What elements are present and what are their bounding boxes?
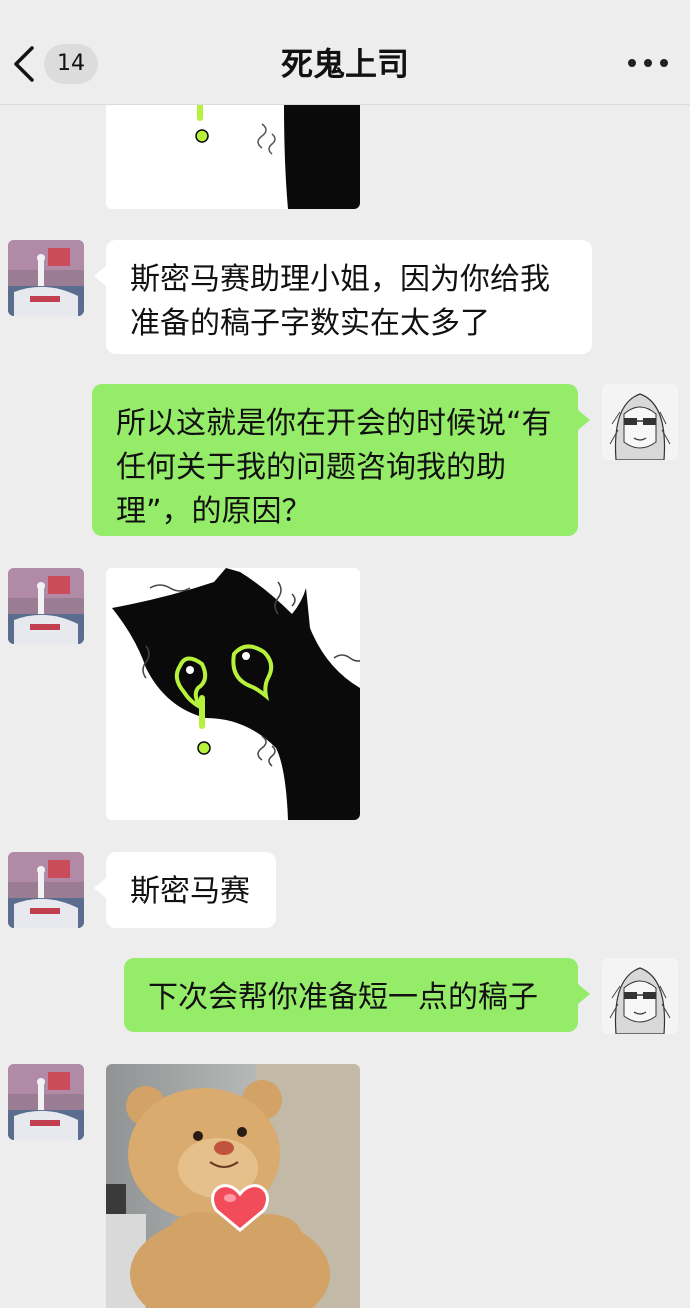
more-dot-icon — [644, 59, 652, 67]
contact-avatar[interactable] — [8, 568, 84, 644]
teddy-bear-heart-sticker — [106, 1064, 360, 1308]
anime-man-sunglasses-avatar — [602, 384, 678, 460]
message-bubble-outgoing[interactable]: 所以这就是你在开会的时候说“有任何关于我的问题咨询我的助理”，的原因？ — [92, 384, 590, 536]
message-text: 斯密马赛 — [130, 874, 250, 909]
message-text: 下次会帮你准备短一点的稿子 — [148, 980, 538, 1015]
crying-black-cat-sticker — [106, 104, 360, 209]
chat-header: 14 死鬼上司 — [0, 0, 690, 105]
contact-avatar[interactable] — [8, 240, 84, 316]
room-photo-avatar — [8, 240, 84, 316]
sticker-message[interactable] — [106, 568, 360, 820]
room-photo-avatar — [8, 1064, 84, 1140]
room-photo-avatar — [8, 568, 84, 644]
more-dot-icon — [660, 59, 668, 67]
message-bubble-incoming[interactable]: 斯密马赛 — [94, 852, 276, 928]
message-bubble-incoming[interactable]: 斯密马赛助理小姐，因为你给我准备的稿子字数实在太多了 — [94, 240, 592, 354]
contact-avatar[interactable] — [8, 1064, 84, 1140]
chat-title: 死鬼上司 — [280, 45, 409, 83]
crying-black-cat-sticker — [106, 568, 360, 820]
user-avatar[interactable] — [602, 384, 678, 460]
message-text: 斯密马赛助理小姐，因为你给我准备的稿子字数实在太多了 — [130, 262, 550, 341]
room-photo-avatar — [8, 852, 84, 928]
sticker-message[interactable] — [106, 1064, 360, 1308]
message-text: 所以这就是你在开会的时候说“有任何关于我的问题咨询我的助理”，的原因？ — [116, 406, 552, 529]
more-options-button[interactable] — [628, 48, 668, 78]
sticker-message[interactable] — [106, 104, 360, 209]
contact-avatar[interactable] — [8, 852, 84, 928]
anime-man-sunglasses-avatar — [602, 958, 678, 1034]
more-dot-icon — [628, 59, 636, 67]
message-bubble-outgoing[interactable]: 下次会帮你准备短一点的稿子 — [124, 958, 590, 1032]
user-avatar[interactable] — [602, 958, 678, 1034]
